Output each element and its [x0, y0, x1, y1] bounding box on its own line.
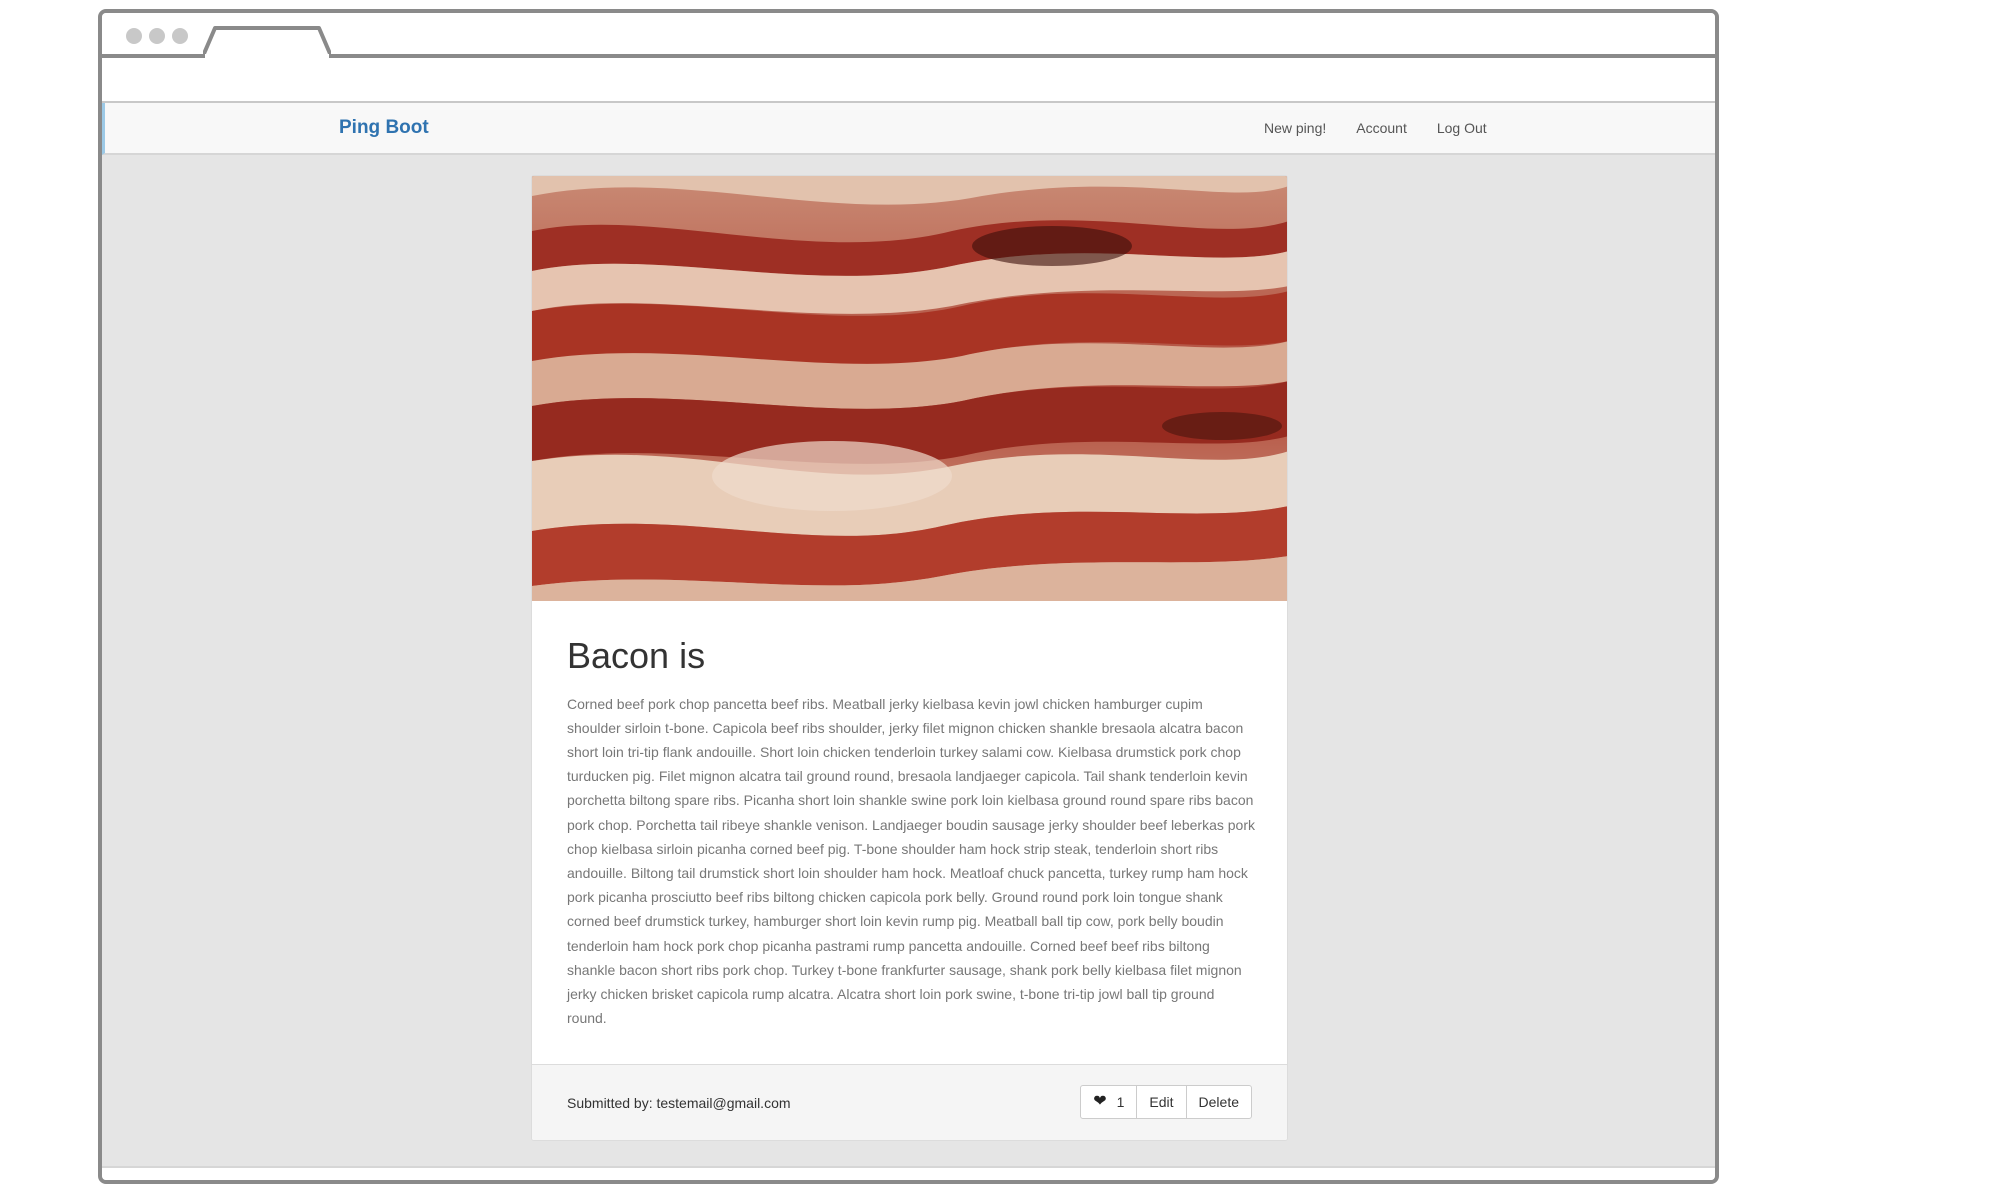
post-title: Bacon is [567, 635, 706, 676]
browser-tab[interactable] [203, 24, 331, 58]
brand-link[interactable]: Ping Boot [339, 117, 429, 139]
nav-account[interactable]: Account [1356, 120, 1407, 136]
page-bottom-edge [102, 1166, 1715, 1180]
post-text: Corned beef pork chop pancetta beef ribs… [567, 695, 1255, 1027]
nav-log-out[interactable]: Log Out [1437, 120, 1487, 136]
delete-button[interactable]: Delete [1185, 1085, 1252, 1119]
submitted-by: Submitted by: testemail@gmail.com [567, 1095, 791, 1111]
post-body: Bacon is Corned beef pork chop pancetta … [567, 636, 1257, 1030]
window-dot-close[interactable] [126, 28, 142, 44]
nav-new-ping[interactable]: New ping! [1264, 120, 1326, 136]
window-dot-minimize[interactable] [149, 28, 165, 44]
bacon-photo [532, 176, 1287, 601]
post-actions: ❤ 1 Edit Delete [1080, 1085, 1252, 1119]
post-image [532, 176, 1287, 601]
nav-links: New ping! Account Log Out [1264, 120, 1517, 136]
tab-strip-line [102, 54, 1715, 58]
like-count: 1 [1116, 1094, 1125, 1110]
window-dot-maximize[interactable] [172, 28, 188, 44]
post-card: Bacon is Corned beef pork chop pancetta … [531, 175, 1288, 1141]
browser-chrome [102, 13, 1715, 103]
edit-button[interactable]: Edit [1136, 1085, 1187, 1119]
heart-icon: ❤ [1093, 1093, 1107, 1110]
top-navbar: Ping Boot New ping! Account Log Out [102, 103, 1715, 155]
post-footer: Submitted by: testemail@gmail.com ❤ 1 Ed… [532, 1064, 1287, 1140]
like-button[interactable]: ❤ 1 [1080, 1085, 1138, 1119]
browser-window: Ping Boot New ping! Account Log Out Baco… [98, 9, 1719, 1184]
